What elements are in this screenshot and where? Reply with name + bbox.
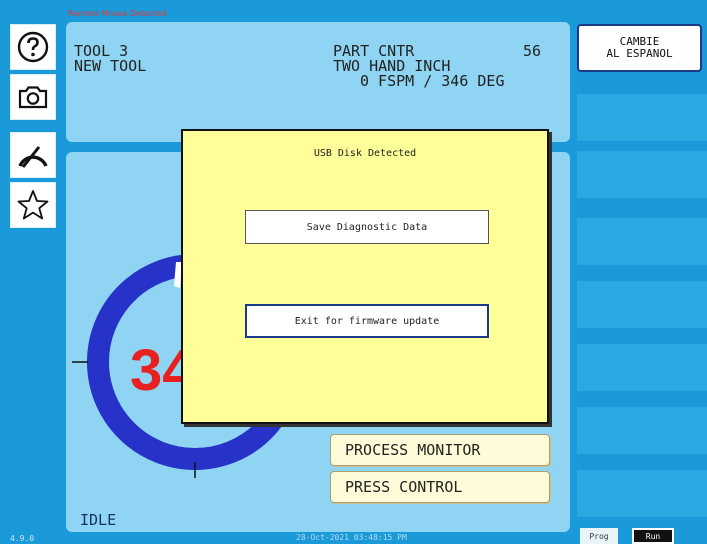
language-toggle-button[interactable]: CAMBIE AL ESPANOL bbox=[577, 24, 702, 72]
help-button[interactable] bbox=[10, 24, 56, 70]
run-mode-button[interactable]: Run bbox=[632, 528, 674, 544]
side-slot bbox=[577, 281, 707, 328]
side-slot bbox=[577, 407, 707, 454]
side-slot bbox=[577, 94, 707, 141]
language-button-line2: AL ESPANOL bbox=[606, 47, 673, 60]
speed-angle-readout: 0 FSPM / 346 DEG bbox=[360, 72, 505, 90]
gauge-button[interactable] bbox=[10, 132, 56, 178]
star-icon bbox=[17, 190, 49, 220]
version-label: 4.9.0 bbox=[10, 534, 35, 543]
camera-button[interactable] bbox=[10, 74, 56, 120]
side-slot bbox=[577, 470, 707, 517]
machine-state: IDLE bbox=[80, 511, 117, 529]
prog-mode-button[interactable]: Prog bbox=[580, 528, 618, 544]
usb-detected-dialog: USB Disk Detected Save Diagnostic Data E… bbox=[181, 129, 549, 424]
side-slot bbox=[577, 151, 707, 198]
gauge-icon bbox=[18, 146, 48, 168]
date-time: 28-Oct-2021 03:48:15 PM bbox=[296, 533, 407, 542]
camera-icon bbox=[18, 86, 48, 109]
side-slot bbox=[577, 344, 707, 391]
part-counter-value: 56 bbox=[523, 42, 542, 60]
press-control-button[interactable]: PRESS CONTROL bbox=[330, 471, 550, 503]
side-slot bbox=[577, 218, 707, 265]
status-panel: TOOL 3 NEW TOOL PART CNTR 56 TWO HAND IN… bbox=[66, 22, 570, 142]
process-monitor-button[interactable]: PROCESS MONITOR bbox=[330, 434, 550, 466]
remote-mouse-notice: Remote Mouse Detected bbox=[68, 9, 167, 18]
save-diagnostic-data-button[interactable]: Save Diagnostic Data bbox=[245, 210, 489, 244]
tool-name: NEW TOOL bbox=[74, 57, 147, 75]
dialog-title: USB Disk Detected bbox=[313, 148, 417, 159]
help-icon bbox=[17, 31, 49, 63]
exit-firmware-update-button[interactable]: Exit for firmware update bbox=[245, 304, 489, 338]
favorites-button[interactable] bbox=[10, 182, 56, 228]
